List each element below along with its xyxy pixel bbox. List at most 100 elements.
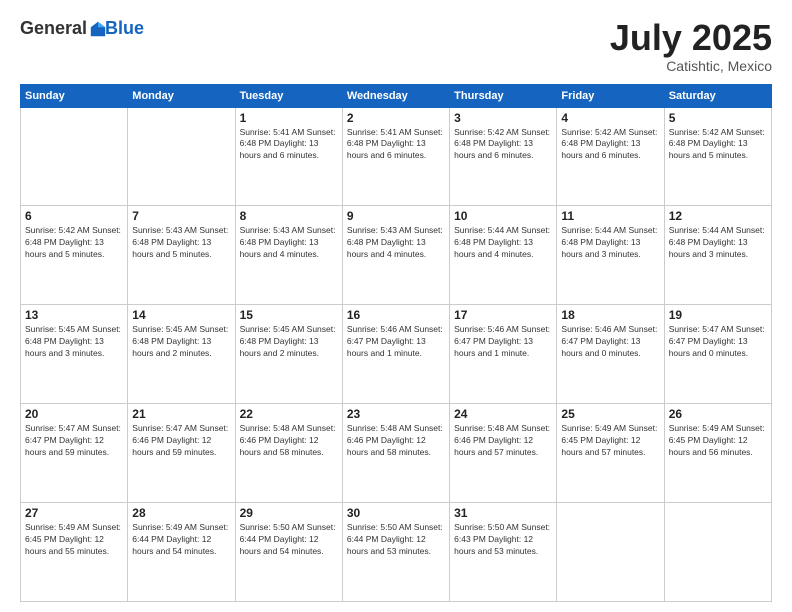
logo: General Blue: [20, 18, 144, 39]
page: General Blue July 2025 Catishtic, Mexico…: [0, 0, 792, 612]
day-number: 3: [454, 111, 552, 125]
calendar-cell: 21 Sunrise: 5:47 AM Sunset: 6:46 PM Dayli…: [128, 404, 235, 503]
calendar-cell: 13 Sunrise: 5:45 AM Sunset: 6:48 PM Dayli…: [21, 305, 128, 404]
day-info: Sunrise: 5:44 AM Sunset: 6:48 PM Dayligh…: [669, 225, 767, 261]
calendar-cell: 1 Sunrise: 5:41 AM Sunset: 6:48 PM Daylig…: [235, 107, 342, 206]
logo-blue: Blue: [105, 18, 144, 39]
calendar-cell: 4 Sunrise: 5:42 AM Sunset: 6:48 PM Daylig…: [557, 107, 664, 206]
calendar-cell: 20Sunrise: 5:47 AM Sunset: 6:47 PM Dayli…: [21, 404, 128, 503]
day-number: 15: [240, 308, 338, 322]
calendar-cell: [21, 107, 128, 206]
day-info: Sunrise: 5:41 AM Sunset: 6:48 PM Dayligh…: [347, 127, 445, 163]
logo-text: General Blue: [20, 18, 144, 39]
calendar-cell: 7 Sunrise: 5:43 AM Sunset: 6:48 PM Daylig…: [128, 206, 235, 305]
calendar-cell: 31 Sunrise: 5:50 AM Sunset: 6:43 PM Dayli…: [450, 503, 557, 602]
day-number: 12: [669, 209, 767, 223]
calendar-cell: 8 Sunrise: 5:43 AM Sunset: 6:48 PM Daylig…: [235, 206, 342, 305]
col-header-saturday: Saturday: [664, 84, 771, 107]
day-info: Sunrise: 5:43 AM Sunset: 6:48 PM Dayligh…: [132, 225, 230, 261]
calendar-cell: 14Sunrise: 5:45 AM Sunset: 6:48 PM Dayli…: [128, 305, 235, 404]
calendar-cell: 18Sunrise: 5:46 AM Sunset: 6:47 PM Dayli…: [557, 305, 664, 404]
day-info: Sunrise: 5:50 AM Sunset: 6:43 PM Dayligh…: [454, 522, 552, 558]
day-number: 7: [132, 209, 230, 223]
calendar-cell: 2 Sunrise: 5:41 AM Sunset: 6:48 PM Daylig…: [342, 107, 449, 206]
title-block: July 2025 Catishtic, Mexico: [610, 18, 772, 74]
day-number: 8: [240, 209, 338, 223]
day-info: Sunrise: 5:50 AM Sunset: 6:44 PM Dayligh…: [240, 522, 338, 558]
header: General Blue July 2025 Catishtic, Mexico: [20, 18, 772, 74]
day-number: 19: [669, 308, 767, 322]
day-number: 30: [347, 506, 445, 520]
day-number: 29: [240, 506, 338, 520]
day-number: 5: [669, 111, 767, 125]
day-info: Sunrise: 5:42 AM Sunset: 6:48 PM Dayligh…: [25, 225, 123, 261]
day-info: Sunrise: 5:50 AM Sunset: 6:44 PM Dayligh…: [347, 522, 445, 558]
day-info: Sunrise: 5:48 AM Sunset: 6:46 PM Dayligh…: [240, 423, 338, 459]
day-info: Sunrise: 5:45 AM Sunset: 6:48 PM Dayligh…: [240, 324, 338, 360]
day-info: Sunrise: 5:47 AM Sunset: 6:46 PM Dayligh…: [132, 423, 230, 459]
col-header-thursday: Thursday: [450, 84, 557, 107]
calendar-cell: 5 Sunrise: 5:42 AM Sunset: 6:48 PM Daylig…: [664, 107, 771, 206]
day-info: Sunrise: 5:45 AM Sunset: 6:48 PM Dayligh…: [25, 324, 123, 360]
day-number: 22: [240, 407, 338, 421]
calendar-cell: 26Sunrise: 5:49 AM Sunset: 6:45 PM Dayli…: [664, 404, 771, 503]
day-number: 6: [25, 209, 123, 223]
calendar-cell: [557, 503, 664, 602]
col-header-wednesday: Wednesday: [342, 84, 449, 107]
day-info: Sunrise: 5:47 AM Sunset: 6:47 PM Dayligh…: [669, 324, 767, 360]
day-info: Sunrise: 5:44 AM Sunset: 6:48 PM Dayligh…: [561, 225, 659, 261]
calendar-cell: 27 Sunrise: 5:49 AM Sunset: 6:45 PM Dayli…: [21, 503, 128, 602]
calendar-cell: 23Sunrise: 5:48 AM Sunset: 6:46 PM Dayli…: [342, 404, 449, 503]
calendar-week-2: 6 Sunrise: 5:42 AM Sunset: 6:48 PM Daylig…: [21, 206, 772, 305]
calendar-cell: 16Sunrise: 5:46 AM Sunset: 6:47 PM Dayli…: [342, 305, 449, 404]
day-number: 14: [132, 308, 230, 322]
day-info: Sunrise: 5:49 AM Sunset: 6:45 PM Dayligh…: [25, 522, 123, 558]
calendar-table: SundayMondayTuesdayWednesdayThursdayFrid…: [20, 84, 772, 602]
calendar-cell: 22 Sunrise: 5:48 AM Sunset: 6:46 PM Dayli…: [235, 404, 342, 503]
title-month: July 2025: [610, 18, 772, 58]
day-number: 16: [347, 308, 445, 322]
calendar-header-row: SundayMondayTuesdayWednesdayThursdayFrid…: [21, 84, 772, 107]
day-info: Sunrise: 5:41 AM Sunset: 6:48 PM Dayligh…: [240, 127, 338, 163]
calendar-cell: 11 Sunrise: 5:44 AM Sunset: 6:48 PM Dayli…: [557, 206, 664, 305]
calendar-cell: 30 Sunrise: 5:50 AM Sunset: 6:44 PM Dayli…: [342, 503, 449, 602]
calendar-cell: 29 Sunrise: 5:50 AM Sunset: 6:44 PM Dayli…: [235, 503, 342, 602]
title-location: Catishtic, Mexico: [610, 58, 772, 74]
calendar-cell: 6 Sunrise: 5:42 AM Sunset: 6:48 PM Daylig…: [21, 206, 128, 305]
day-info: Sunrise: 5:42 AM Sunset: 6:48 PM Dayligh…: [561, 127, 659, 163]
day-number: 26: [669, 407, 767, 421]
calendar-cell: 17 Sunrise: 5:46 AM Sunset: 6:47 PM Dayli…: [450, 305, 557, 404]
day-info: Sunrise: 5:42 AM Sunset: 6:48 PM Dayligh…: [669, 127, 767, 163]
calendar-cell: 3Sunrise: 5:42 AM Sunset: 6:48 PM Daylig…: [450, 107, 557, 206]
calendar-cell: 24Sunrise: 5:48 AM Sunset: 6:46 PM Dayli…: [450, 404, 557, 503]
day-info: Sunrise: 5:47 AM Sunset: 6:47 PM Dayligh…: [25, 423, 123, 459]
day-info: Sunrise: 5:48 AM Sunset: 6:46 PM Dayligh…: [347, 423, 445, 459]
day-number: 17: [454, 308, 552, 322]
col-header-sunday: Sunday: [21, 84, 128, 107]
day-number: 10: [454, 209, 552, 223]
col-header-monday: Monday: [128, 84, 235, 107]
day-info: Sunrise: 5:48 AM Sunset: 6:46 PM Dayligh…: [454, 423, 552, 459]
calendar-week-3: 13 Sunrise: 5:45 AM Sunset: 6:48 PM Dayli…: [21, 305, 772, 404]
day-info: Sunrise: 5:46 AM Sunset: 6:47 PM Dayligh…: [454, 324, 552, 360]
calendar-week-1: 1 Sunrise: 5:41 AM Sunset: 6:48 PM Daylig…: [21, 107, 772, 206]
calendar-cell: 9 Sunrise: 5:43 AM Sunset: 6:48 PM Daylig…: [342, 206, 449, 305]
calendar-cell: [664, 503, 771, 602]
day-number: 1: [240, 111, 338, 125]
day-number: 21: [132, 407, 230, 421]
day-number: 27: [25, 506, 123, 520]
day-info: Sunrise: 5:44 AM Sunset: 6:48 PM Dayligh…: [454, 225, 552, 261]
calendar-cell: 12 Sunrise: 5:44 AM Sunset: 6:48 PM Dayli…: [664, 206, 771, 305]
day-info: Sunrise: 5:43 AM Sunset: 6:48 PM Dayligh…: [240, 225, 338, 261]
day-number: 31: [454, 506, 552, 520]
col-header-friday: Friday: [557, 84, 664, 107]
day-number: 13: [25, 308, 123, 322]
day-number: 9: [347, 209, 445, 223]
day-info: Sunrise: 5:43 AM Sunset: 6:48 PM Dayligh…: [347, 225, 445, 261]
day-number: 11: [561, 209, 659, 223]
calendar-week-5: 27 Sunrise: 5:49 AM Sunset: 6:45 PM Dayli…: [21, 503, 772, 602]
calendar-cell: 28Sunrise: 5:49 AM Sunset: 6:44 PM Dayli…: [128, 503, 235, 602]
day-number: 2: [347, 111, 445, 125]
day-info: Sunrise: 5:46 AM Sunset: 6:47 PM Dayligh…: [561, 324, 659, 360]
day-number: 4: [561, 111, 659, 125]
